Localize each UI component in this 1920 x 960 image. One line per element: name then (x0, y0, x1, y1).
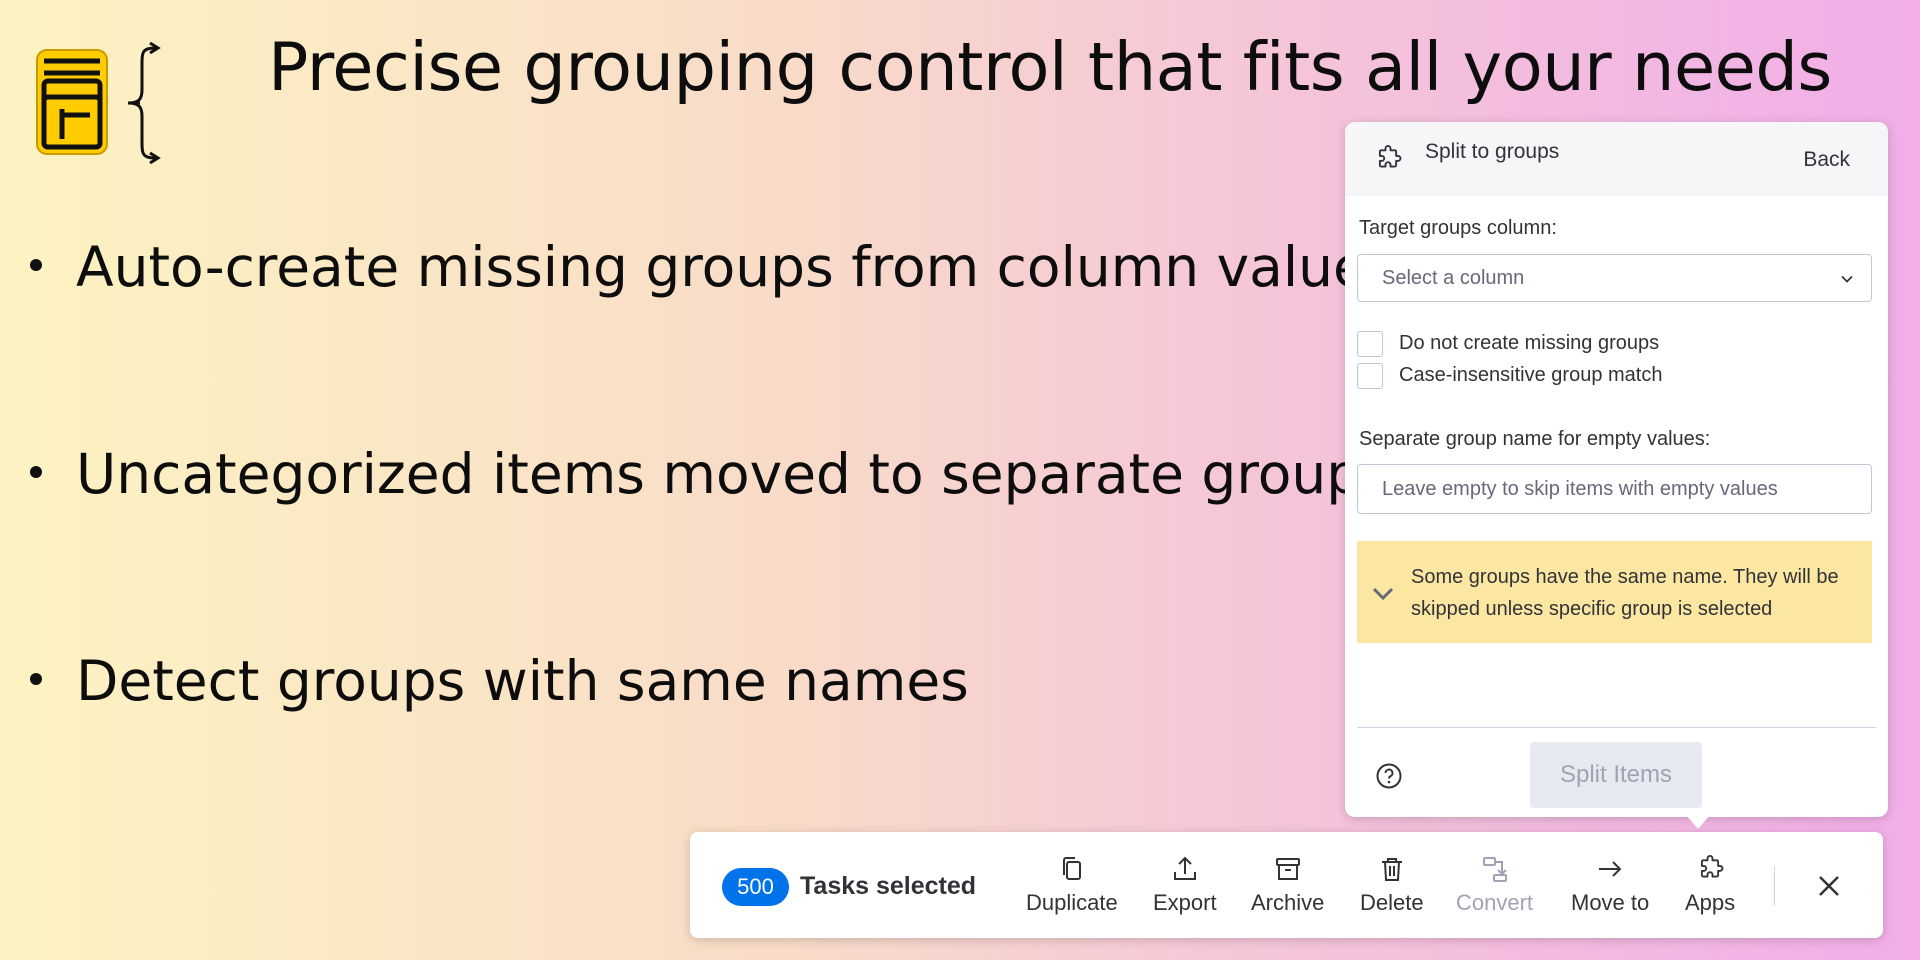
empty-values-label: Separate group name for empty values: (1359, 428, 1711, 450)
bullet-dot-icon (30, 465, 42, 478)
convert-button[interactable]: Convert (1456, 854, 1533, 924)
panel-pointer (1686, 815, 1710, 829)
feature-text: Detect groups with same names (76, 649, 969, 713)
checkbox-label: Do not create missing groups (1399, 332, 1660, 354)
bulk-action-bar: 500 Tasks selected Duplicate Export Arch… (690, 832, 1883, 938)
feature-item: Auto-create missing groups from column v… (30, 235, 1396, 299)
archive-button[interactable]: Archive (1251, 854, 1324, 924)
arrow-right-icon (1599, 861, 1622, 877)
archive-icon (1275, 858, 1300, 880)
move-to-button[interactable]: Move to (1571, 854, 1649, 924)
archive-label: Archive (1251, 890, 1325, 915)
bullet-dot-icon (30, 258, 42, 271)
panel-header: Split to groups Back (1345, 122, 1888, 196)
back-button[interactable]: Back (1803, 148, 1850, 172)
no-create-missing-checkbox[interactable] (1357, 331, 1383, 357)
warning-text: Some groups have the same name. They wil… (1411, 566, 1839, 620)
app-logo-icon (36, 49, 108, 155)
apps-button[interactable]: Apps (1685, 854, 1735, 924)
puzzle-icon (1378, 144, 1402, 168)
target-column-select[interactable]: Select a column (1357, 254, 1872, 302)
delete-button[interactable]: Delete (1360, 854, 1424, 924)
split-to-groups-panel: Split to groups Back Target groups colum… (1345, 122, 1888, 817)
delete-label: Delete (1360, 890, 1424, 915)
divider (1357, 727, 1876, 728)
duplicate-button[interactable]: Duplicate (1026, 854, 1118, 924)
close-icon[interactable] (1815, 872, 1843, 900)
move-to-label: Move to (1571, 890, 1650, 915)
feature-item: Uncategorized items moved to separate gr… (30, 442, 1361, 506)
trash-icon (1381, 858, 1402, 881)
feature-item: Detect groups with same names (30, 649, 969, 713)
help-icon[interactable] (1375, 762, 1403, 790)
checkbox-label: Case-insensitive group match (1399, 364, 1663, 386)
convert-label: Convert (1456, 890, 1534, 915)
duplicate-label: Duplicate (1026, 890, 1118, 915)
duplicate-groups-warning: Some groups have the same name. They wil… (1357, 541, 1872, 643)
split-items-button[interactable]: Split Items (1530, 742, 1702, 808)
feature-text: Uncategorized items moved to separate gr… (76, 442, 1362, 506)
target-column-label: Target groups column: (1359, 217, 1557, 239)
selected-count-badge: 500 (722, 868, 789, 906)
curly-brace-icon (127, 42, 161, 164)
puzzle-icon (1701, 854, 1724, 878)
feature-text: Auto-create missing groups from column v… (76, 235, 1396, 299)
divider (1774, 866, 1775, 906)
panel-title: Split to groups (1425, 140, 1560, 163)
page-headline: Precise grouping control that fits all y… (268, 28, 1832, 106)
duplicate-icon (1062, 857, 1081, 880)
apps-label: Apps (1685, 890, 1736, 915)
export-label: Export (1153, 890, 1217, 915)
empty-values-input[interactable] (1357, 464, 1872, 514)
convert-icon (1482, 857, 1507, 882)
case-insensitive-checkbox[interactable] (1357, 363, 1383, 389)
selected-label: Tasks selected (800, 872, 977, 900)
export-button[interactable]: Export (1153, 854, 1217, 924)
select-placeholder: Select a column (1382, 267, 1525, 289)
chevron-down-icon[interactable] (1369, 579, 1397, 607)
bullet-dot-icon (30, 672, 42, 685)
chevron-down-icon (1841, 275, 1853, 283)
export-icon (1173, 856, 1196, 880)
